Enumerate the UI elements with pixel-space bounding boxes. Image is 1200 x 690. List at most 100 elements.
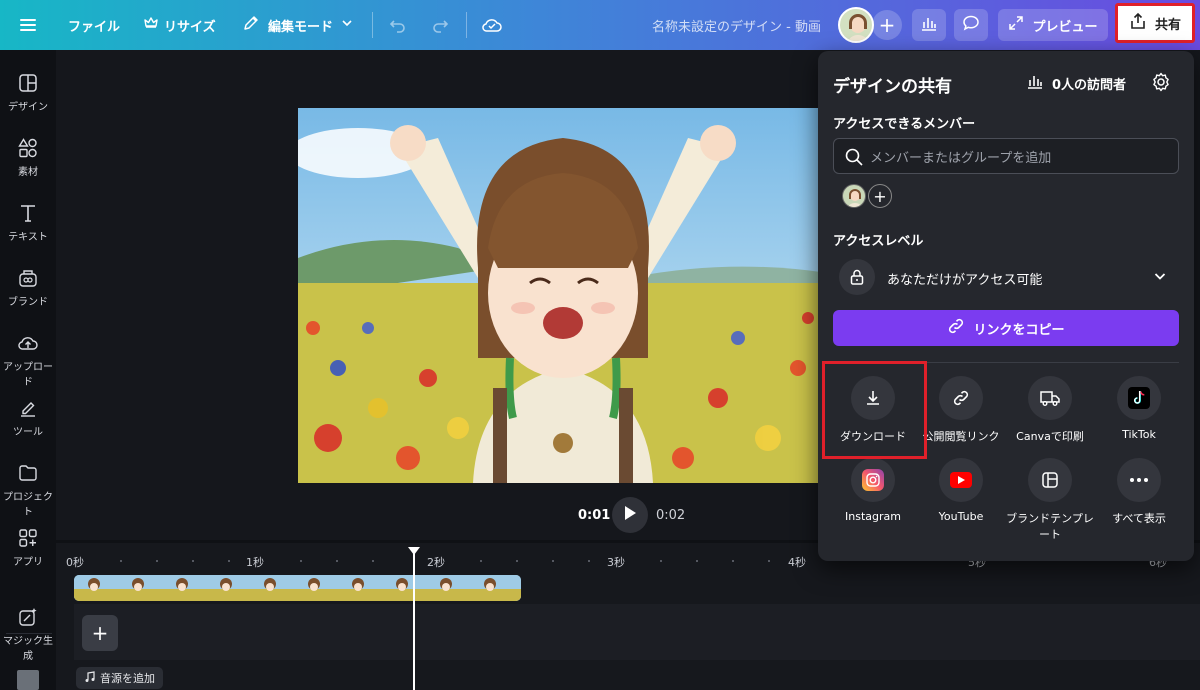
redo-icon[interactable] bbox=[430, 0, 450, 50]
add-collaborator-button[interactable]: + bbox=[872, 10, 902, 40]
member-list: + bbox=[842, 183, 892, 209]
ruler-tick: 3秒 bbox=[607, 556, 625, 569]
member-avatar[interactable] bbox=[842, 184, 866, 208]
bar-chart-icon bbox=[1026, 72, 1044, 94]
public-link-option[interactable]: 公開閲覧リンク bbox=[916, 376, 1006, 444]
share-panel: デザインの共有 0人の訪問者 アクセスできるメンバー メンバーまたはグループを追… bbox=[818, 51, 1194, 561]
empty-track bbox=[74, 604, 1200, 660]
link-icon bbox=[947, 317, 965, 339]
resize-button[interactable]: リサイズ bbox=[144, 0, 216, 50]
sidebar-item-label: マジック生成 bbox=[3, 636, 53, 662]
insights-button[interactable] bbox=[912, 9, 946, 41]
copy-link-button[interactable]: リンクをコピー bbox=[833, 310, 1179, 346]
option-label: 公開閲覧リンク bbox=[922, 430, 1000, 443]
option-label: Canvaで印刷 bbox=[1016, 430, 1084, 443]
ruler-tick: 2秒 bbox=[427, 556, 445, 569]
gear-icon[interactable] bbox=[1150, 71, 1172, 93]
music-note-icon bbox=[84, 670, 96, 686]
preview-button[interactable]: プレビュー bbox=[998, 9, 1108, 41]
text-icon bbox=[21, 205, 35, 222]
youtube-icon bbox=[939, 458, 983, 502]
brand-template-option[interactable]: ブランドテンプレート bbox=[1005, 458, 1095, 542]
ruler-dot bbox=[516, 560, 518, 562]
add-page-button[interactable]: + bbox=[82, 615, 118, 651]
elements-icon bbox=[18, 138, 37, 158]
add-audio-label: 音源を追加 bbox=[100, 672, 155, 685]
cloud-saved-icon[interactable] bbox=[481, 0, 503, 50]
file-menu[interactable]: ファイル bbox=[68, 0, 120, 50]
template-icon bbox=[1028, 458, 1072, 502]
member-search-input[interactable]: メンバーまたはグループを追加 bbox=[833, 138, 1179, 174]
see-all-option[interactable]: すべて表示 bbox=[1094, 458, 1184, 526]
option-label: Instagram bbox=[845, 510, 901, 523]
left-sidebar: デザイン 素材 テキスト ブランド アップロード ツール プロジェクト アプリ … bbox=[0, 50, 56, 690]
copy-link-label: リンクをコピー bbox=[973, 322, 1065, 338]
ruler-dot bbox=[192, 560, 194, 562]
instagram-icon bbox=[851, 458, 895, 502]
app-thumbnail[interactable] bbox=[17, 670, 39, 690]
ruler-tick: 0秒 bbox=[66, 556, 84, 569]
members-section-label: アクセスできるメンバー bbox=[833, 117, 976, 132]
ruler-dot bbox=[696, 560, 698, 562]
sidebar-item-magic[interactable]: マジック生成 bbox=[0, 606, 56, 662]
tiktok-option[interactable]: TikTok bbox=[1094, 376, 1184, 441]
add-audio-button[interactable]: 音源を追加 bbox=[76, 667, 163, 689]
option-label: TikTok bbox=[1122, 428, 1156, 441]
top-toolbar: ファイル リサイズ 編集モード 名称未設定のデザイン - 動画 + プレビュー … bbox=[0, 0, 1200, 50]
truck-icon bbox=[1028, 376, 1072, 420]
visitors-count[interactable]: 0人の訪問者 bbox=[1026, 71, 1126, 95]
youtube-option[interactable]: YouTube bbox=[916, 458, 1006, 523]
sidebar-item-label: ブランド bbox=[8, 297, 48, 308]
menu-icon[interactable] bbox=[18, 0, 38, 50]
sidebar-item-label: 素材 bbox=[18, 167, 38, 178]
ruler-dot bbox=[300, 560, 302, 562]
share-icon bbox=[1129, 12, 1147, 34]
comments-button[interactable] bbox=[954, 9, 988, 41]
sidebar-item-text[interactable]: テキスト bbox=[0, 202, 56, 243]
share-label: 共有 bbox=[1154, 17, 1181, 33]
add-member-button[interactable]: + bbox=[868, 184, 892, 208]
video-clip-track[interactable] bbox=[74, 575, 521, 601]
ruler-dot bbox=[336, 560, 338, 562]
current-time: 0:01 bbox=[578, 508, 611, 523]
ruler-dot bbox=[552, 560, 554, 562]
chevron-down-icon bbox=[1153, 269, 1167, 287]
instagram-option[interactable]: Instagram bbox=[828, 458, 918, 523]
ruler-dot bbox=[120, 560, 122, 562]
playhead-handle[interactable] bbox=[408, 547, 420, 555]
ruler-dot bbox=[660, 560, 662, 562]
share-button[interactable]: 共有 bbox=[1115, 3, 1195, 43]
play-button[interactable] bbox=[612, 497, 648, 533]
lock-icon bbox=[839, 259, 875, 295]
sidebar-item-design[interactable]: デザイン bbox=[0, 72, 56, 113]
design-title[interactable]: 名称未設定のデザイン - 動画 bbox=[652, 0, 821, 50]
print-option[interactable]: Canvaで印刷 bbox=[1005, 376, 1095, 444]
option-label: すべて表示 bbox=[1112, 512, 1166, 525]
tiktok-icon bbox=[1117, 376, 1161, 420]
option-label: ブランドテンプレート bbox=[1006, 512, 1094, 541]
ruler-dot bbox=[372, 560, 374, 562]
sidebar-item-label: アプリ bbox=[13, 557, 43, 568]
ruler-dot bbox=[588, 560, 590, 562]
total-time: 0:02 bbox=[656, 508, 686, 523]
sidebar-item-tools[interactable]: ツール bbox=[0, 397, 56, 438]
undo-icon[interactable] bbox=[388, 0, 408, 50]
access-level-label: アクセスレベル bbox=[833, 234, 924, 249]
sidebar-item-upload[interactable]: アップロード bbox=[0, 332, 56, 388]
ruler-dot bbox=[768, 560, 770, 562]
sidebar-item-label: テキスト bbox=[8, 232, 48, 243]
search-placeholder: メンバーまたはグループを追加 bbox=[870, 150, 1052, 166]
ruler-tick: 4秒 bbox=[788, 556, 806, 569]
avatar[interactable] bbox=[838, 7, 874, 43]
visitors-label: 0人の訪問者 bbox=[1052, 77, 1127, 93]
playhead[interactable] bbox=[413, 548, 415, 690]
access-level-dropdown[interactable]: あなただけがアクセス可能 bbox=[833, 256, 1179, 298]
sidebar-item-brand[interactable]: ブランド bbox=[0, 267, 56, 308]
sidebar-item-elements[interactable]: 素材 bbox=[0, 137, 56, 178]
layout-icon bbox=[19, 74, 37, 92]
draw-icon bbox=[21, 402, 35, 417]
design-canvas-image[interactable] bbox=[298, 108, 828, 483]
share-panel-title: デザインの共有 bbox=[833, 77, 952, 97]
chevron-down-icon bbox=[341, 17, 353, 33]
edit-mode-dropdown[interactable]: 編集モード bbox=[242, 0, 353, 50]
